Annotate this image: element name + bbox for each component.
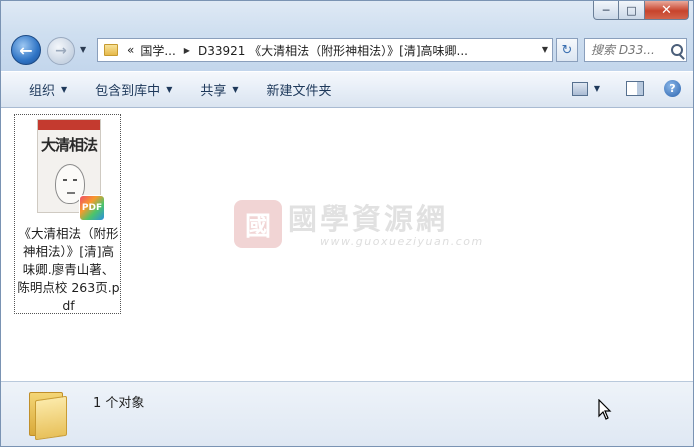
- back-button[interactable]: ←: [11, 35, 41, 65]
- title-and-address-bar: ─ □ ✕ ← → ▼ « 国学... ▶ D33921 《大清相法（附形神相法…: [1, 1, 693, 71]
- forward-arrow-icon: →: [55, 43, 67, 59]
- address-bar[interactable]: « 国学... ▶ D33921 《大清相法（附形神相法）》[清]高味卿... …: [97, 38, 553, 62]
- refresh-icon: ↻: [561, 42, 573, 58]
- command-bar-right: ▼ ?: [571, 80, 681, 97]
- preview-pane-icon[interactable]: [626, 81, 644, 96]
- file-name[interactable]: 《大清相法（附形神相法）》[清]高味卿.廖青山著、陈明点校 263页.pdf: [17, 225, 120, 315]
- folder-icon: [29, 388, 69, 441]
- forward-button[interactable]: →: [47, 37, 75, 65]
- chevron-down-icon: ▼: [232, 85, 239, 94]
- details-pane: 1 个对象: [1, 381, 693, 446]
- breadcrumb-item-current-folder[interactable]: D33921 《大清相法（附形神相法）》[清]高味卿...: [195, 39, 471, 61]
- file-item-pdf[interactable]: 大清相法 PDF 《大清相法（附形神相法）》[清]高味卿.廖青山著、陈明点校 2…: [14, 114, 121, 314]
- breadcrumb-overflow[interactable]: «: [124, 39, 137, 61]
- new-folder-button[interactable]: 新建文件夹: [253, 77, 346, 103]
- chevron-down-icon: ▼: [166, 85, 173, 94]
- include-library-label: 包含到库中: [95, 84, 161, 99]
- new-folder-label: 新建文件夹: [266, 84, 332, 99]
- folder-front-shape: [35, 395, 67, 441]
- watermark-logo-icon: 國: [234, 200, 282, 248]
- organize-button[interactable]: 组织 ▼: [15, 77, 81, 103]
- share-label: 共享: [200, 84, 227, 99]
- organize-label: 组织: [29, 84, 56, 99]
- recent-pages-dropdown[interactable]: ▼: [80, 45, 90, 55]
- maximize-button[interactable]: □: [619, 1, 645, 20]
- watermark-chinese-text: 國學資源網: [288, 202, 449, 236]
- command-bar: 组织 ▼ 包含到库中 ▼ 共享 ▼ 新建文件夹 ▼ ?: [1, 71, 693, 108]
- include-in-library-button[interactable]: 包含到库中 ▼: [81, 77, 186, 103]
- search-box[interactable]: [584, 38, 687, 62]
- file-list-area[interactable]: 大清相法 PDF 《大清相法（附形神相法）》[清]高味卿.廖青山著、陈明点校 2…: [1, 108, 693, 381]
- breadcrumb-separator-icon[interactable]: ▶: [179, 46, 195, 55]
- view-options-dropdown-icon[interactable]: ▼: [594, 84, 600, 93]
- close-button[interactable]: ✕: [645, 1, 689, 20]
- breadcrumb-item-guoxue[interactable]: 国学...: [137, 39, 178, 61]
- cover-band: [38, 120, 100, 130]
- explorer-window: ─ □ ✕ ← → ▼ « 国学... ▶ D33921 《大清相法（附形神相法…: [0, 0, 694, 447]
- folder-icon: [104, 44, 118, 56]
- mouse-cursor-icon: [598, 399, 612, 420]
- search-input[interactable]: [591, 43, 669, 57]
- minimize-button[interactable]: ─: [593, 1, 619, 20]
- watermark: 國 國學資源網 www.guoxueziyuan.com: [234, 196, 482, 256]
- cover-title: 大清相法: [40, 136, 98, 154]
- view-options-icon[interactable]: [571, 81, 588, 96]
- refresh-button[interactable]: ↻: [556, 38, 578, 62]
- pdf-file-icon: PDF: [79, 195, 105, 221]
- chevron-down-icon: ▼: [61, 85, 68, 94]
- item-count: 1 个对象: [93, 396, 145, 411]
- share-button[interactable]: 共享 ▼: [186, 77, 252, 103]
- window-controls: ─ □ ✕: [593, 1, 689, 21]
- address-dropdown-icon[interactable]: ▼: [542, 45, 548, 54]
- back-arrow-icon: ←: [19, 40, 33, 60]
- help-icon[interactable]: ?: [664, 80, 681, 97]
- search-icon[interactable]: [671, 44, 683, 56]
- watermark-url: www.guoxueziyuan.com: [320, 235, 484, 248]
